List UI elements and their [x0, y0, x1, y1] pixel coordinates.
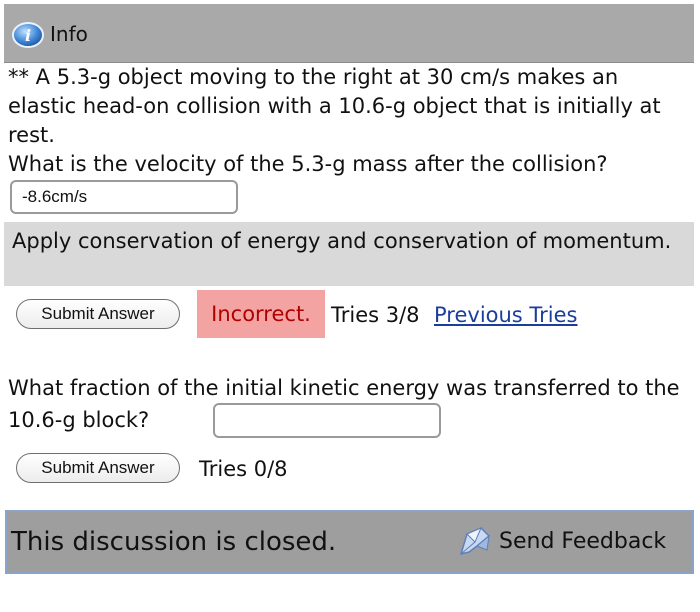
info-icon[interactable]: i — [10, 21, 46, 49]
discussion-footer: This discussion is closed. Send Feedback — [5, 510, 694, 574]
info-label[interactable]: Info — [50, 22, 88, 46]
question-velocity: What is the velocity of the 5.3-g mass a… — [8, 152, 608, 176]
tries-counter-2: Tries 0/8 — [199, 457, 288, 481]
send-feedback-link[interactable]: Send Feedback — [457, 522, 685, 562]
previous-tries-link[interactable]: Previous Tries — [434, 301, 578, 329]
discussion-closed-text: This discussion is closed. — [11, 527, 337, 557]
send-feedback-label: Send Feedback — [499, 529, 667, 554]
answer-input-velocity[interactable] — [10, 180, 238, 214]
problem-statement: ** A 5.3-g object moving to the right at… — [8, 65, 661, 147]
incorrect-badge: Incorrect. — [197, 290, 325, 338]
hint-box: Apply conservation of energy and conserv… — [4, 222, 694, 286]
tries-counter: Tries 3/8 — [331, 303, 420, 327]
info-bar: i Info — [4, 4, 694, 63]
answer-input-fraction[interactable] — [213, 403, 441, 438]
submit-answer-button-2[interactable]: Submit Answer — [16, 453, 180, 483]
svg-text:i: i — [25, 26, 31, 45]
feedback-icon — [459, 527, 491, 556]
submit-answer-button[interactable]: Submit Answer — [16, 299, 180, 329]
